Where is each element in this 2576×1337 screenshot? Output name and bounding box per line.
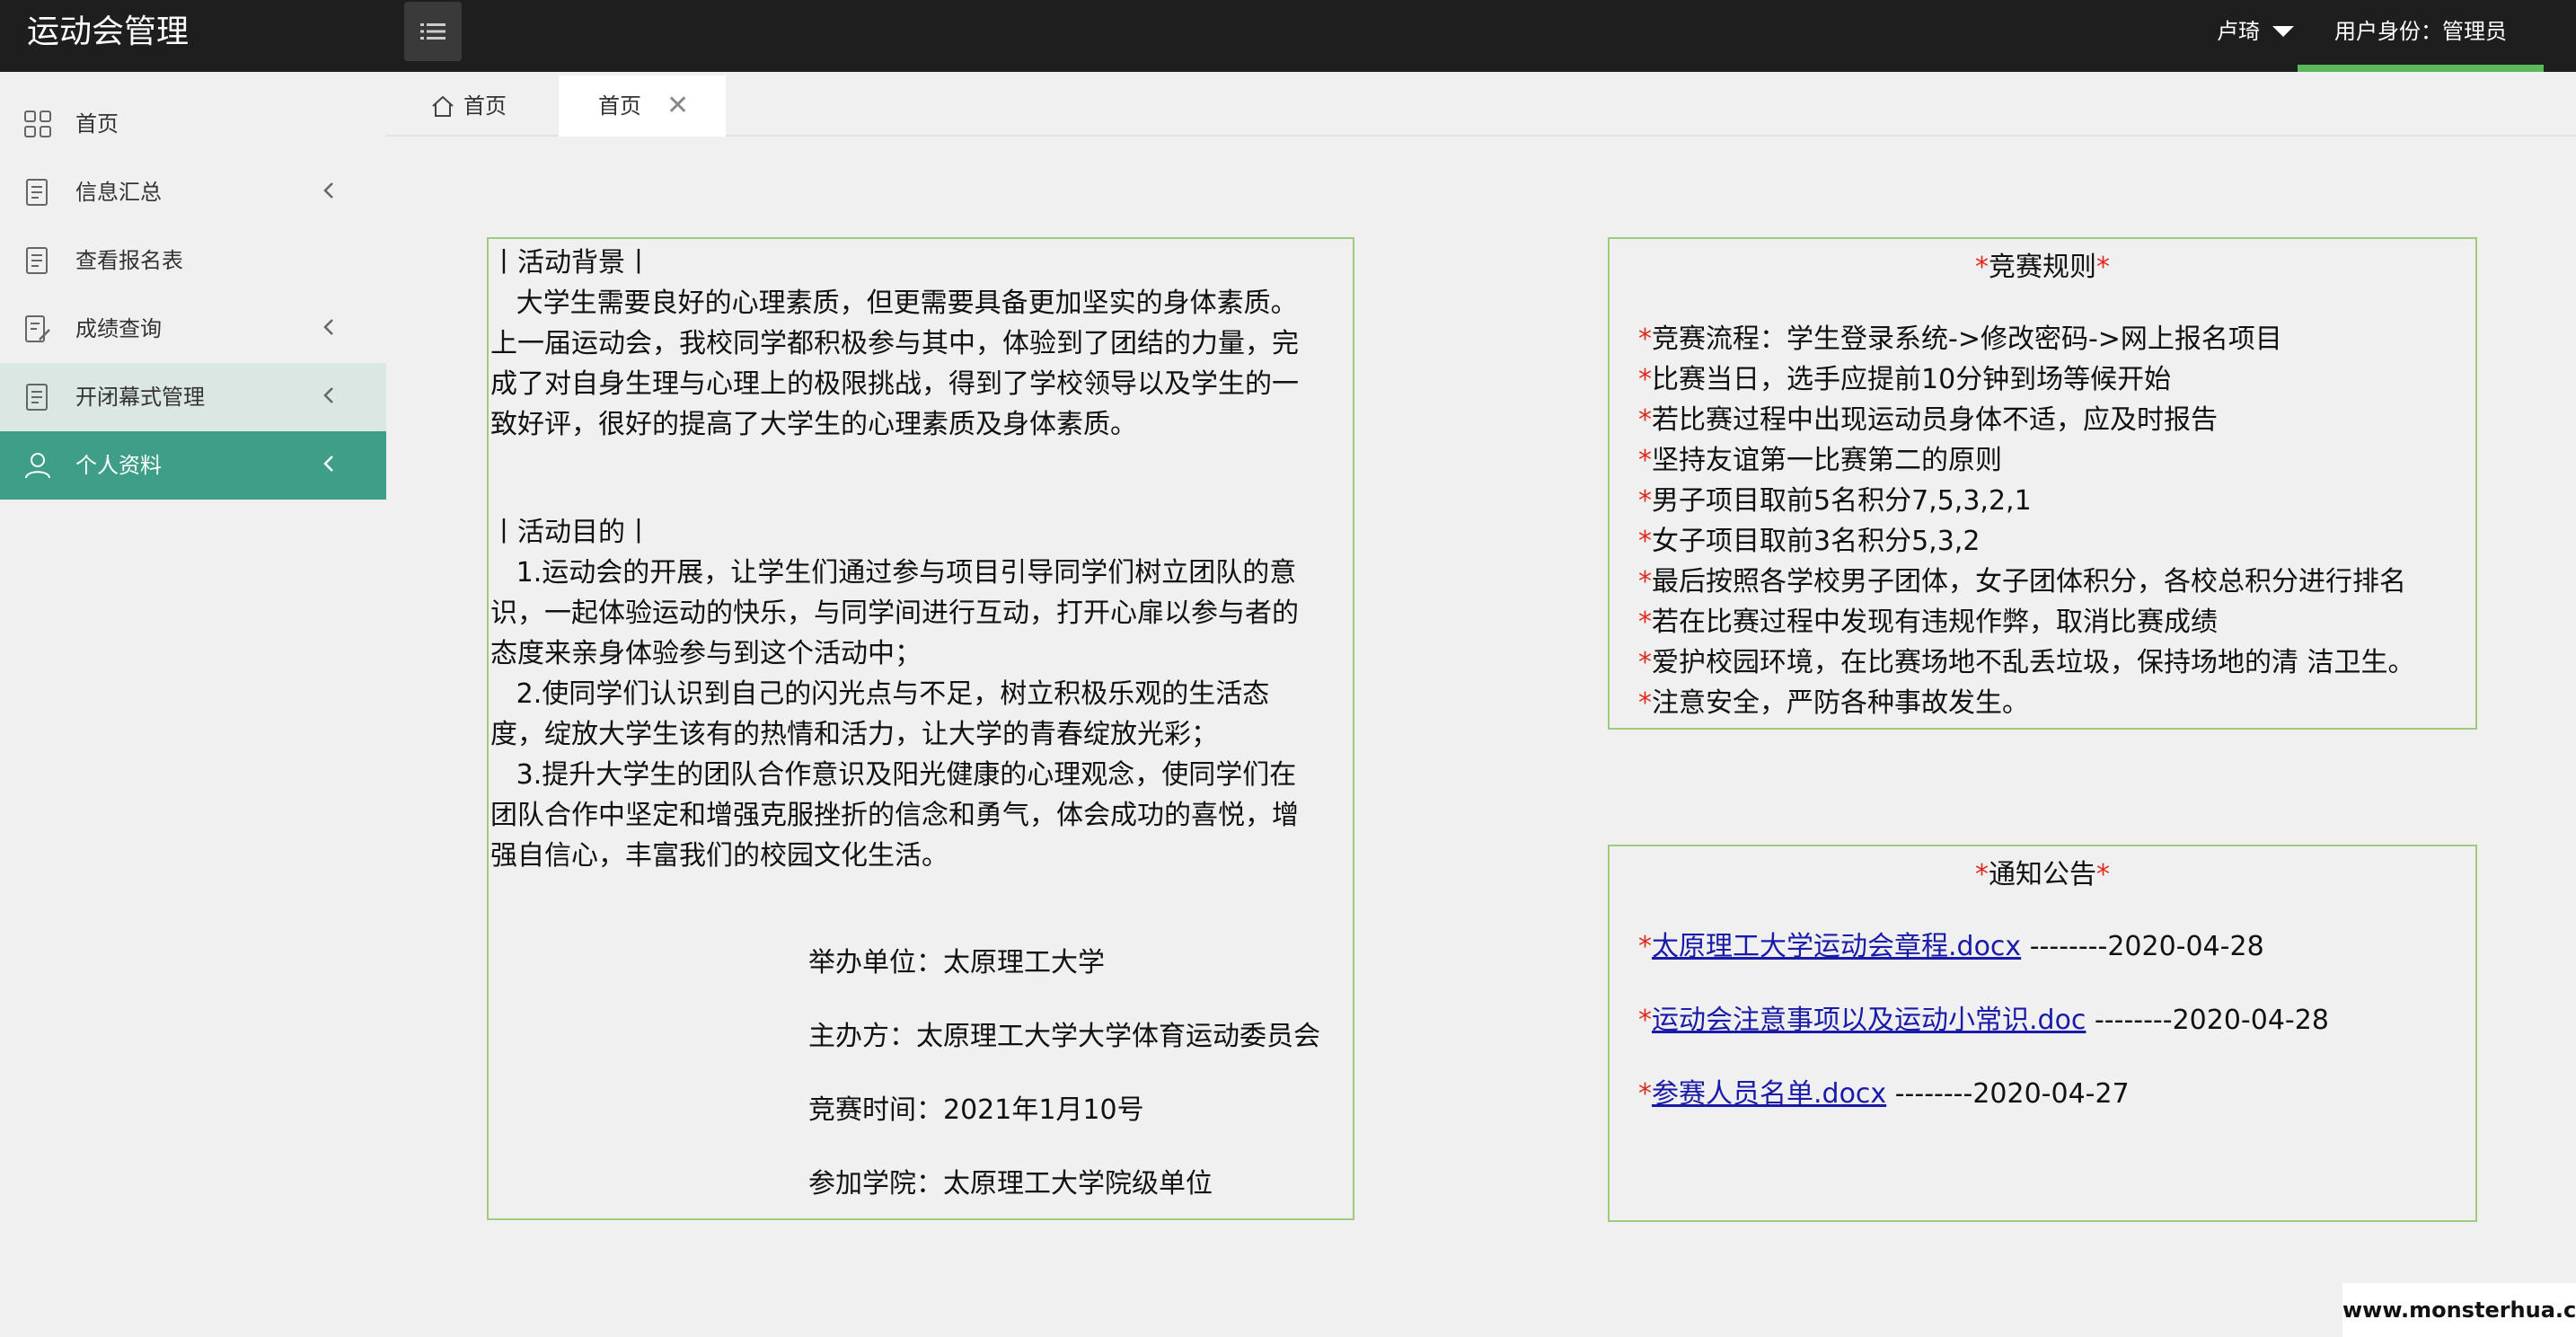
chevron-left-icon — [323, 456, 333, 472]
sidebar-item-label: 成绩查询 — [75, 316, 162, 341]
sidebar-item-profile[interactable]: 个人资料 — [0, 431, 386, 500]
tab-bar: 首页 首页 ✕ — [386, 72, 2576, 137]
app-title: 运动会管理 — [27, 13, 190, 50]
rule-item: *注意安全，严防各种事故发生。 — [1638, 687, 2029, 719]
purpose-line: 团队合作中坚定和增强克服挫折的信念和勇气，体会成功的喜悦，增 — [490, 800, 1299, 831]
purpose-line: 度，绽放大学生该有的热情和活力，让大学的青春绽放光彩； — [490, 719, 1218, 750]
tab-label: 首页 — [463, 93, 507, 119]
document-icon — [26, 384, 48, 411]
rule-item: *若在比赛过程中发现有违规作弊，取消比赛成绩 — [1638, 607, 2218, 638]
home-icon — [432, 95, 454, 117]
rules-title: *竞赛规则* — [1975, 252, 2110, 283]
sidebar-item-registration[interactable]: 查看报名表 — [0, 226, 386, 295]
tab-active-home[interactable]: 首页 ✕ — [559, 75, 726, 137]
background-line: 大学生需要良好的心理素质，但更需要具备更加坚实的身体素质。 — [490, 288, 1298, 319]
chevron-left-icon — [323, 387, 333, 403]
activity-intro-panel: 丨活动背景丨 大学生需要良好的心理素质，但更需要具备更加坚实的身体素质。 上一届… — [487, 237, 1354, 1220]
organizer: 举办单位：太原理工大学 — [808, 947, 1105, 978]
user-menu[interactable]: 卢琦 — [2217, 0, 2294, 63]
document-icon — [26, 247, 48, 274]
document-icon — [26, 179, 48, 206]
rule-item: *男子项目取前5名积分7,5,3,2,1 — [1638, 485, 2032, 517]
rule-item: *最后按照各学校男子团体，女子团体积分，各校总积分进行排名 — [1638, 566, 2406, 598]
background-line: 成了对自身生理与心理上的极限挑战，得到了学校领导以及学生的一 — [490, 368, 1299, 400]
notice-item: *太原理工大学运动会章程.docx --------2020-04-28 — [1638, 931, 2264, 962]
notice-panel: *通知公告* *太原理工大学运动会章程.docx --------2020-04… — [1608, 845, 2477, 1222]
sidebar-item-ceremony[interactable]: 开闭幕式管理 — [0, 363, 386, 431]
rule-item: *竞赛流程：学生登录系统->修改密码->网上报名项目 — [1638, 323, 2282, 355]
sidebar-item-info-summary[interactable]: 信息汇总 — [0, 158, 386, 226]
purpose-line: 强自信心，丰富我们的校园文化生活。 — [490, 840, 948, 872]
notice-link[interactable]: 运动会注意事项以及运动小常识.doc — [1652, 1005, 2086, 1036]
participating-colleges: 参加学院：太原理工大学院级单位 — [808, 1168, 1213, 1200]
sidebar-item-label: 个人资料 — [75, 453, 162, 478]
host: 主办方：太原理工大学大学体育运动委员会 — [808, 1021, 1320, 1052]
purpose-line: 3.提升大学生的团队合作意识及阳光健康的心理观念，使同学们在 — [490, 759, 1297, 791]
competition-date: 竞赛时间：2021年1月10号 — [808, 1094, 1144, 1126]
sidebar-item-label: 开闭幕式管理 — [75, 385, 205, 410]
background-line: 致好评，很好的提高了大学生的心理素质及身体素质。 — [490, 409, 1137, 440]
purpose-line: 2.使同学们认识到自己的闪光点与不足，树立积极乐观的生活态 — [490, 678, 1270, 710]
menu-toggle-button[interactable] — [404, 2, 462, 61]
caret-down-icon — [2272, 26, 2294, 37]
rule-item: *坚持友谊第一比赛第二的原则 — [1638, 445, 2002, 476]
sidebar: 首页 信息汇总 查看报名表 成绩查询 开闭幕式管理 个人资料 — [0, 72, 386, 1337]
chevron-left-icon — [323, 182, 333, 199]
rules-panel: *竞赛规则* *竞赛流程：学生登录系统->修改密码->网上报名项目 *比赛当日，… — [1608, 237, 2477, 730]
notice-link[interactable]: 参赛人员名单.docx — [1652, 1078, 1886, 1110]
rule-item: *女子项目取前3名积分5,3,2 — [1638, 526, 1981, 557]
background-title: 丨活动背景丨 — [490, 247, 652, 279]
notice-title: *通知公告* — [1975, 859, 2110, 890]
sidebar-item-label: 信息汇总 — [75, 180, 162, 205]
chevron-left-icon — [323, 319, 333, 335]
sidebar-item-home[interactable]: 首页 — [0, 90, 386, 158]
notice-link[interactable]: 太原理工大学运动会章程.docx — [1652, 931, 2021, 962]
sidebar-item-label: 查看报名表 — [75, 248, 183, 273]
tab-label: 首页 — [598, 93, 641, 119]
top-bar: 运动会管理 卢琦 用户身份：管理员 — [0, 0, 2576, 72]
purpose-line: 态度来亲身体验参与到这个活动中； — [490, 638, 922, 669]
list-menu-icon — [420, 23, 446, 40]
grid-icon — [24, 111, 51, 137]
notice-item: *参赛人员名单.docx --------2020-04-27 — [1638, 1078, 2130, 1110]
rule-item: *若比赛过程中出现运动员身体不适，应及时报告 — [1638, 404, 2218, 436]
watermark: www.monsterhua.com — [2342, 1283, 2576, 1337]
purpose-line: 1.运动会的开展，让学生们通过参与项目引导同学们树立团队的意 — [490, 557, 1297, 589]
rule-item: *比赛当日，选手应提前10分钟到场等候开始 — [1638, 364, 2172, 395]
background-line: 上一届运动会，我校同学都积极参与其中，体验到了团结的力量，完 — [490, 328, 1299, 359]
edit-document-icon — [25, 315, 50, 342]
close-icon[interactable]: ✕ — [666, 75, 689, 137]
sidebar-item-scores[interactable]: 成绩查询 — [0, 295, 386, 363]
purpose-title: 丨活动目的丨 — [490, 517, 652, 548]
notice-item: *运动会注意事项以及运动小常识.doc --------2020-04-28 — [1638, 1005, 2329, 1036]
tab-home[interactable]: 首页 — [431, 75, 507, 137]
purpose-line: 识，一起体验运动的快乐，与同学间进行互动，打开心扉以参与者的 — [490, 598, 1299, 629]
user-role[interactable]: 用户身份：管理员 — [2298, 0, 2544, 72]
sidebar-item-label: 首页 — [75, 111, 119, 137]
user-name: 卢琦 — [2217, 19, 2260, 44]
user-icon — [25, 453, 50, 479]
rule-item: *爱护校园环境，在比赛场地不乱丢垃圾，保持场地的清 洁卫生。 — [1638, 647, 2415, 678]
